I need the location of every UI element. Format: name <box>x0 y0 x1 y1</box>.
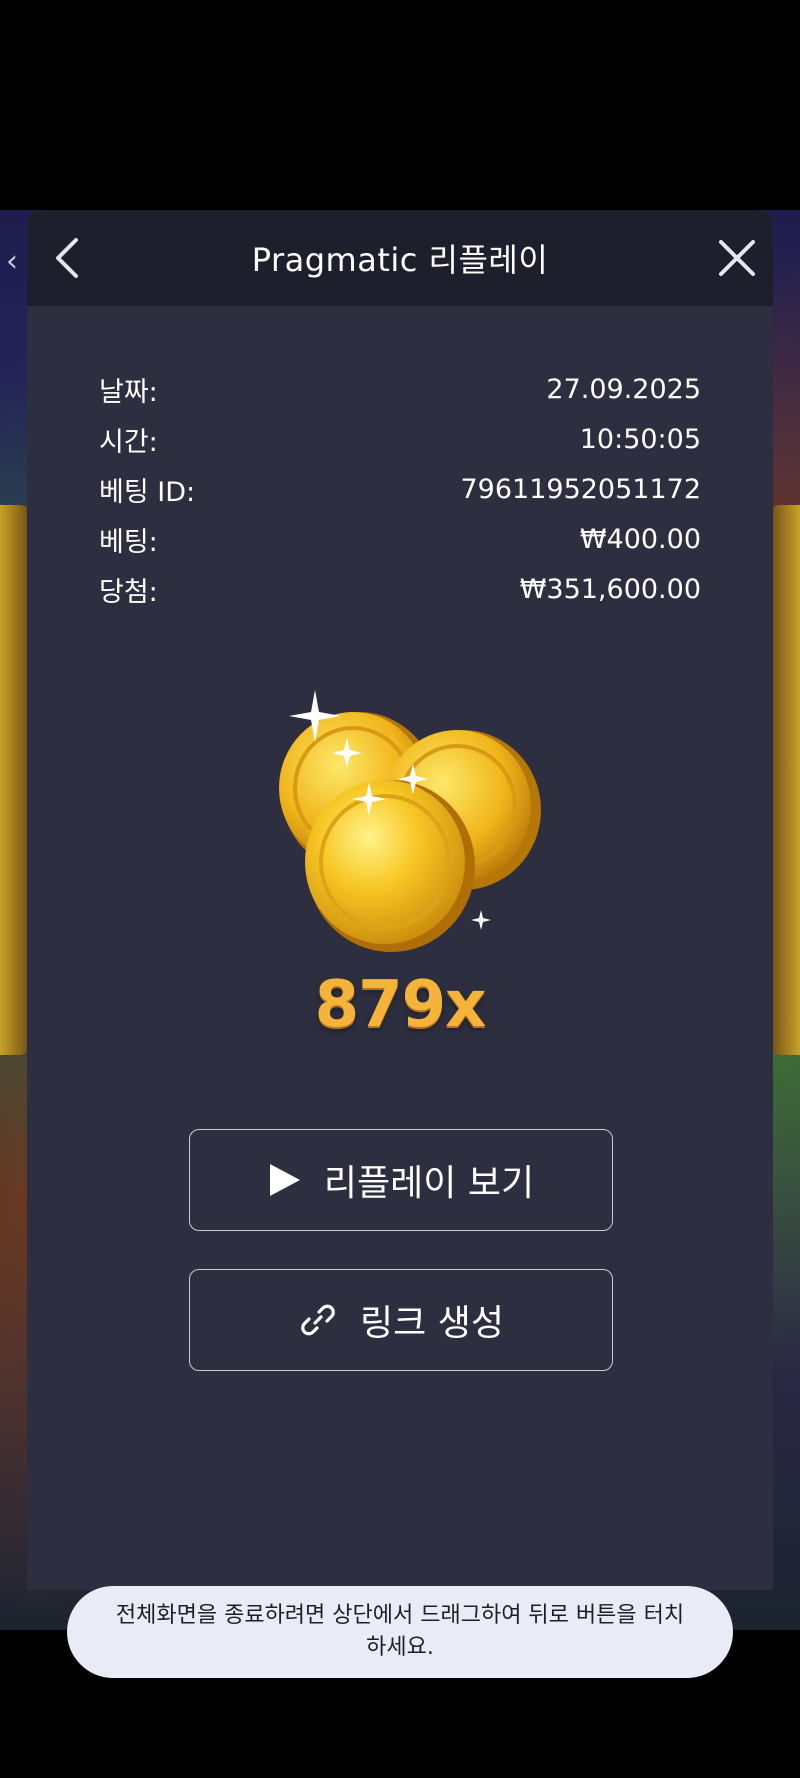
date-row: 날짜: 27.09.2025 <box>99 364 701 414</box>
win-amount-value: ₩351,600.00 <box>519 573 701 605</box>
link-icon <box>301 1304 335 1336</box>
date-label: 날짜: <box>99 376 158 408</box>
modal-title: Pragmatic 리플레이 <box>251 241 549 279</box>
date-value: 27.09.2025 <box>546 373 701 405</box>
watch-replay-label: 리플레이 보기 <box>323 1163 535 1204</box>
background-chevron-left-icon: ‹ <box>6 244 18 279</box>
create-link-button[interactable]: 링크 생성 <box>189 1269 613 1371</box>
bet-amount-value: ₩400.00 <box>579 523 701 555</box>
play-icon <box>269 1164 300 1196</box>
win-multiplier: 879x <box>314 968 487 1042</box>
time-row: 시간: 10:50:05 <box>99 414 701 464</box>
bet-amount-row: 베팅: ₩400.00 <box>99 514 701 564</box>
watch-replay-button[interactable]: 리플레이 보기 <box>189 1129 613 1231</box>
bet-id-row: 베팅 ID: 79611952051172 <box>99 464 701 514</box>
time-label: 시간: <box>99 426 158 458</box>
win-amount-row: 당첨: ₩351,600.00 <box>99 564 701 614</box>
toast-text: 전체화면을 종료하려면 상단에서 드래그하여 뒤로 버튼을 터치하세요. <box>115 1603 685 1660</box>
create-link-label: 링크 생성 <box>360 1303 504 1344</box>
close-icon <box>719 240 755 276</box>
game-reel-frame-right <box>770 505 800 1055</box>
close-button[interactable] <box>707 228 767 288</box>
bet-id-value: 79611952051172 <box>460 473 702 505</box>
win-amount-label: 당첨: <box>99 576 158 608</box>
modal-header: Pragmatic 리플레이 <box>27 210 773 306</box>
bet-amount-label: 베팅: <box>99 526 158 558</box>
gold-coins-icon <box>279 690 541 952</box>
time-value: 10:50:05 <box>579 423 701 455</box>
fullscreen-exit-toast: 전체화면을 종료하려면 상단에서 드래그하여 뒤로 버튼을 터치하세요. <box>67 1586 733 1678</box>
replay-modal: Pragmatic 리플레이 날짜: 27.09.2025 시간: 10:50:… <box>27 210 773 1590</box>
bet-info: 날짜: 27.09.2025 시간: 10:50:05 베팅 ID: 79611… <box>99 364 701 614</box>
bet-id-label: 베팅 ID: <box>99 476 196 508</box>
game-reel-frame-left <box>0 505 30 1055</box>
